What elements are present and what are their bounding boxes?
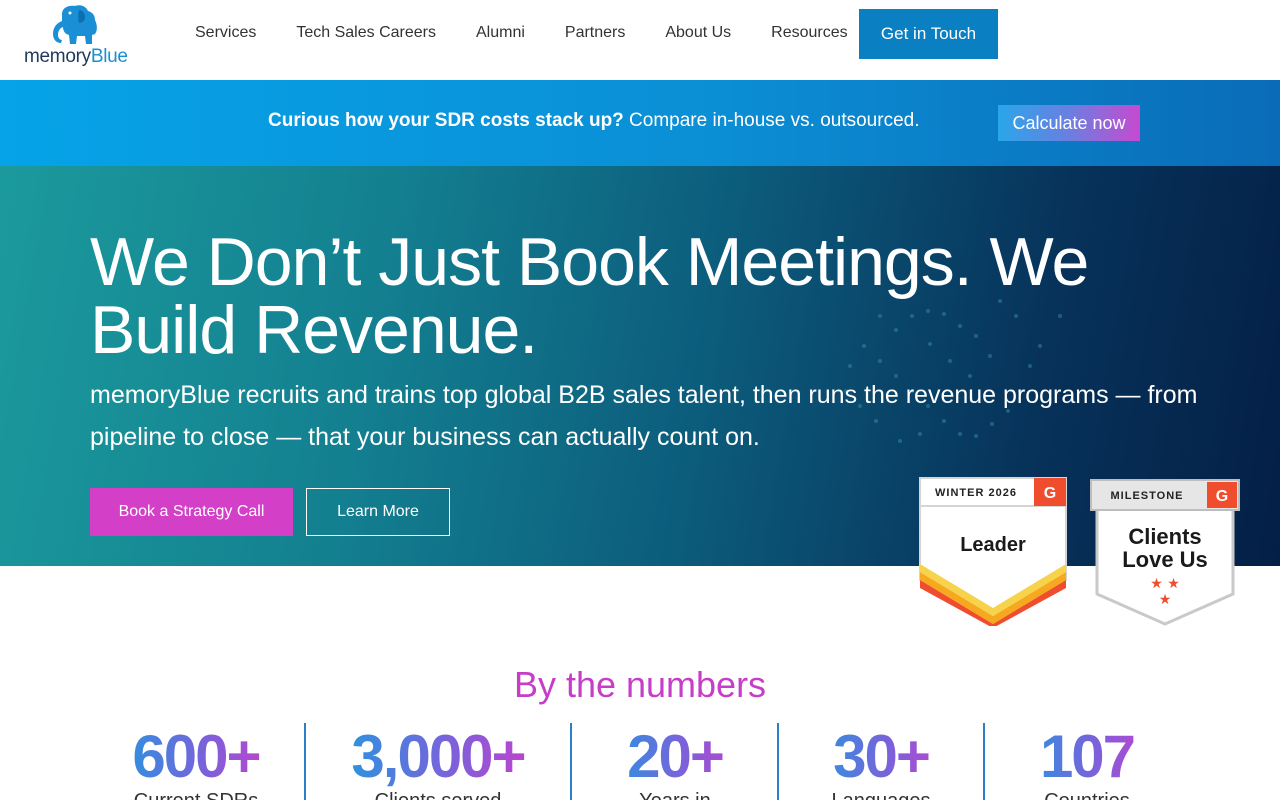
nav-resources[interactable]: Resources bbox=[751, 22, 867, 44]
stat-clients-served: 3,000+ Clients served bbox=[330, 724, 546, 800]
clients-badge-season: MILESTONE bbox=[1111, 490, 1184, 502]
stat-value: 30+ bbox=[806, 724, 956, 790]
nav-partners[interactable]: Partners bbox=[545, 22, 645, 44]
banner-text: Curious how your SDR costs stack up? Com… bbox=[268, 110, 920, 132]
stat-divider bbox=[304, 723, 306, 800]
svg-text:G: G bbox=[1216, 488, 1228, 505]
main-nav: Services Tech Sales Careers Alumni Partn… bbox=[175, 22, 868, 44]
nav-about-us[interactable]: About Us bbox=[645, 22, 751, 44]
g2-clients-love-us-badge[interactable]: MILESTONE G Clients Love Us ★ ★ ★ bbox=[1089, 476, 1241, 626]
sdr-cost-banner: Curious how your SDR costs stack up? Com… bbox=[0, 80, 1280, 166]
leader-badge-title: Leader bbox=[960, 534, 1026, 556]
stat-label: Current SDRs bbox=[110, 790, 282, 800]
stat-label: Languages bbox=[806, 790, 956, 800]
stat-value: 20+ bbox=[600, 724, 750, 790]
stat-years: 20+ Years in bbox=[600, 724, 750, 800]
g2-leader-badge[interactable]: WINTER 2026 G Leader bbox=[918, 476, 1068, 626]
banner-bold-text: Curious how your SDR costs stack up? bbox=[268, 110, 624, 131]
stat-current-sdrs: 600+ Current SDRs bbox=[110, 724, 282, 800]
logo-wordmark: memoryBlue bbox=[24, 46, 128, 67]
stat-value: 600+ bbox=[110, 724, 282, 790]
stat-label: Years in bbox=[600, 790, 750, 800]
nav-alumni[interactable]: Alumni bbox=[456, 22, 545, 44]
stat-languages: 30+ Languages bbox=[806, 724, 956, 800]
clients-badge-line2: Love Us bbox=[1122, 547, 1208, 572]
stat-value: 3,000+ bbox=[330, 724, 546, 790]
book-strategy-call-button[interactable]: Book a Strategy Call bbox=[90, 488, 293, 536]
hero-section: We Don’t Just Book Meetings. We Build Re… bbox=[0, 166, 1280, 566]
stars-icon: ★ ★ bbox=[1150, 576, 1180, 592]
nav-tech-sales-careers[interactable]: Tech Sales Careers bbox=[276, 22, 456, 44]
stat-label: Clients served bbox=[330, 790, 546, 800]
banner-body-text: Compare in-house vs. outsourced. bbox=[623, 110, 920, 131]
stat-divider bbox=[777, 723, 779, 800]
svg-text:G: G bbox=[1044, 485, 1056, 502]
nav-services[interactable]: Services bbox=[175, 22, 276, 44]
memoryblue-logo[interactable]: memoryBlue bbox=[24, 4, 128, 68]
site-header: memoryBlue Services Tech Sales Careers A… bbox=[0, 0, 1280, 80]
leader-badge-season: WINTER 2026 bbox=[935, 487, 1017, 499]
by-the-numbers-heading: By the numbers bbox=[513, 664, 767, 705]
hero-title: We Don’t Just Book Meetings. We Build Re… bbox=[90, 224, 1089, 368]
get-in-touch-button[interactable]: Get in Touch bbox=[859, 9, 998, 59]
clients-badge-line1: Clients bbox=[1128, 524, 1201, 549]
star-icon: ★ bbox=[1159, 592, 1172, 608]
calculate-now-button[interactable]: Calculate now bbox=[998, 105, 1140, 141]
elephant-logo-icon bbox=[53, 5, 97, 44]
stat-divider bbox=[570, 723, 572, 800]
hero-subtitle: memoryBlue recruits and trains top globa… bbox=[90, 381, 1198, 451]
stat-countries: 107 Countries bbox=[1012, 724, 1162, 800]
stat-value: 107 bbox=[1012, 724, 1162, 790]
stat-label: Countries bbox=[1012, 790, 1162, 800]
learn-more-button[interactable]: Learn More bbox=[306, 488, 450, 536]
stat-divider bbox=[983, 723, 985, 800]
